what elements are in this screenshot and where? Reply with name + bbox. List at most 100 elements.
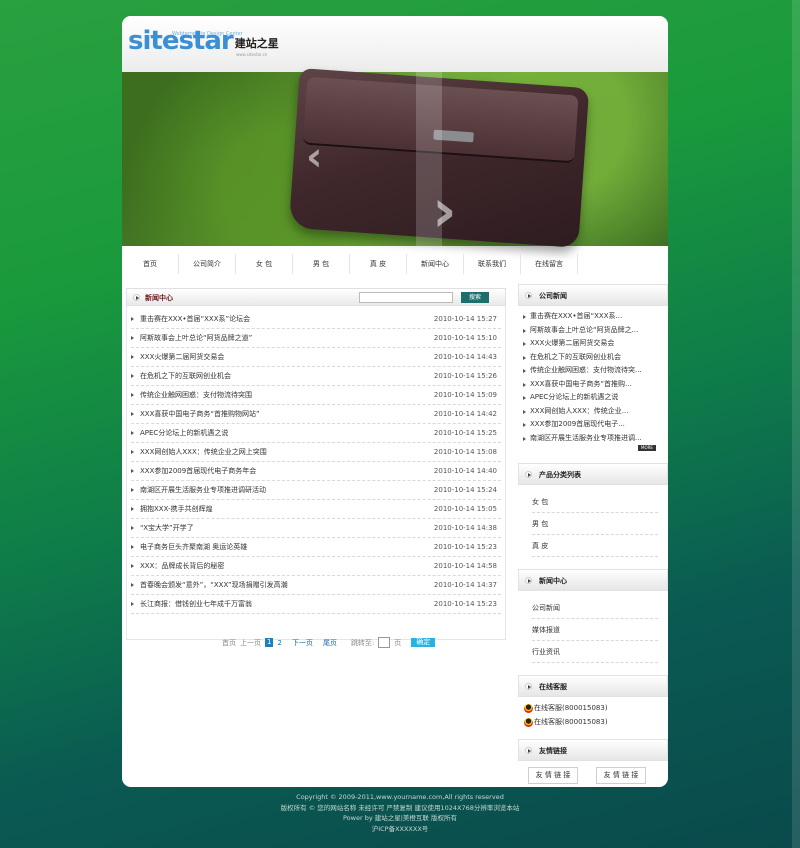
pager-prev[interactable]: 上一页 <box>240 638 261 648</box>
banner-prev-icon[interactable]: ‹ <box>306 134 322 180</box>
logo-text: sitestar <box>128 26 234 56</box>
main-nav: 首页 公司简介 女 包 男 包 真 皮 新闻中心 联系我们 在线留言 <box>122 254 668 274</box>
kefu-item[interactable]: 在线客服(800015083) <box>518 701 668 715</box>
company-news-item[interactable]: APEC分论坛上的新机遇之说 <box>522 391 668 405</box>
news-title[interactable]: 传统企业触网困惑：支付物流待突围 <box>140 386 252 405</box>
news-title[interactable]: 长江商报：借钱创业七年成千万富翁 <box>140 595 252 614</box>
news-title[interactable]: 拥抱XXX-携手共创辉煌 <box>140 500 213 519</box>
friend-links: 友 情 链 接 友 情 链 接 <box>518 761 668 784</box>
news-row[interactable]: XXX火爆第二届阿货交易会 2010-10-14 14:43 <box>131 348 501 367</box>
company-news-item[interactable]: 重击赛在XXX•首届“XXX系... <box>522 310 668 324</box>
friend-link[interactable]: 友 情 链 接 <box>528 767 578 784</box>
nav-item-news[interactable]: 新闻中心 <box>407 254 464 274</box>
kefu-label: 在线客服(800015083) <box>534 718 608 726</box>
news-date: 2010-10-14 15:10 <box>433 334 497 342</box>
news-title[interactable]: 在危机之下的互联网创业机会 <box>140 367 231 386</box>
news-row[interactable]: 长江商报：借钱创业七年成千万富翁 2010-10-14 15:23 <box>131 595 501 614</box>
nav-item-contact[interactable]: 联系我们 <box>464 254 521 274</box>
search-button[interactable]: 搜索 <box>461 292 489 303</box>
pager-jump-input[interactable] <box>378 637 391 648</box>
news-date: 2010-10-14 15:09 <box>433 391 497 399</box>
news-section-header: 新闻中心 搜索 <box>126 288 506 306</box>
friend-link[interactable]: 友 情 链 接 <box>596 767 646 784</box>
news-title[interactable]: 阿斯故事会上叶总论“阿货品牌之道” <box>140 329 252 348</box>
category-item[interactable]: 男 包 <box>532 513 658 535</box>
news-date: 2010-10-14 14:58 <box>433 562 497 570</box>
news-date: 2010-10-14 15:24 <box>433 486 497 494</box>
news-title[interactable]: “X宝大学”开学了 <box>140 519 194 538</box>
company-news-item[interactable]: XXX喜获中国电子商务“首推购... <box>522 378 668 392</box>
news-row[interactable]: 首春晚会颁发“意外”，“XXX”现场捐赠引发高潮 2010-10-14 14:37 <box>131 576 501 595</box>
company-news-item[interactable]: XXX火爆第二届阿货交易会 <box>522 337 668 351</box>
news-title[interactable]: XXX：品牌成长背后的秘密 <box>140 557 224 576</box>
nav-item-home[interactable]: 首页 <box>122 254 179 274</box>
news-row[interactable]: XXX：品牌成长背后的秘密 2010-10-14 14:58 <box>131 557 501 576</box>
news-title[interactable]: APEC分论坛上的新机遇之说 <box>140 424 228 443</box>
company-news-item[interactable]: 在危机之下的互联网创业机会 <box>522 351 668 365</box>
news-row[interactable]: XXX喜获中国电子商务“首推购物网站” 2010-10-14 14:42 <box>131 405 501 424</box>
pager-go-button[interactable]: 确定 <box>411 638 436 647</box>
arrow-icon <box>131 469 134 473</box>
news-center-header: 新闻中心 <box>518 569 668 591</box>
pager-last[interactable]: 尾页 <box>323 638 337 648</box>
news-list: 重击赛在XXX•首届“XXX系”论坛会 2010-10-14 15:27 阿斯故事会… <box>126 306 506 640</box>
bullet-icon <box>133 294 140 301</box>
news-row[interactable]: 电子商务巨头齐聚南湖 奥运论英雄 2010-10-14 15:23 <box>131 538 501 557</box>
company-news-item[interactable]: 阿斯故事会上叶总论“阿货品牌之... <box>522 324 668 338</box>
news-row[interactable]: XXX参加2009首届现代电子商务年会 2010-10-14 14:40 <box>131 462 501 481</box>
news-title[interactable]: XXX喜获中国电子商务“首推购物网站” <box>140 405 260 424</box>
news-title[interactable]: 电子商务巨头齐聚南湖 奥运论英雄 <box>140 538 247 557</box>
site-logo[interactable]: sitestar 建站之星 <box>128 28 279 54</box>
news-row[interactable]: 在危机之下的互联网创业机会 2010-10-14 15:26 <box>131 367 501 386</box>
nav-item-women-bags[interactable]: 女 包 <box>236 254 293 274</box>
arrow-icon <box>131 393 134 397</box>
pager-first[interactable]: 首页 <box>222 638 236 648</box>
kefu-item[interactable]: 在线客服(800015083) <box>518 715 668 729</box>
company-news-title: 公司新闻 <box>539 292 567 300</box>
sidebar: 公司新闻 重击赛在XXX•首届“XXX系... 阿斯故事会上叶总论“阿货品牌之..… <box>518 284 668 784</box>
news-title[interactable]: XXX火爆第二届阿货交易会 <box>140 348 224 367</box>
company-news-item[interactable]: 南湖区开展生活服务业专项推进调... <box>522 432 668 446</box>
news-title[interactable]: 首春晚会颁发“意外”，“XXX”现场捐赠引发高潮 <box>140 576 288 595</box>
news-row[interactable]: “X宝大学”开学了 2010-10-14 14:38 <box>131 519 501 538</box>
nav-item-leather[interactable]: 真 皮 <box>350 254 407 274</box>
news-date: 2010-10-14 15:08 <box>433 448 497 456</box>
pagination: 首页 上一页 1 2 下一页 尾页 跳转至: 页 确定 <box>222 637 436 648</box>
news-date: 2010-10-14 15:25 <box>433 429 497 437</box>
news-row[interactable]: 重击赛在XXX•首届“XXX系”论坛会 2010-10-14 15:27 <box>131 310 501 329</box>
company-news-item[interactable]: XXX参加2009首届现代电子... <box>522 418 668 432</box>
news-row[interactable]: 阿斯故事会上叶总论“阿货品牌之道” 2010-10-14 15:10 <box>131 329 501 348</box>
page-scrollbar[interactable] <box>792 0 800 848</box>
category-item[interactable]: 真 皮 <box>532 535 658 557</box>
arrow-icon <box>131 317 134 321</box>
more-button[interactable]: MORE <box>638 445 656 451</box>
news-row[interactable]: APEC分论坛上的新机遇之说 2010-10-14 15:25 <box>131 424 501 443</box>
news-section: 新闻中心 搜索 重击赛在XXX•首届“XXX系”论坛会 2010-10-14 15… <box>126 288 506 640</box>
news-title[interactable]: XXX网创始人XXX：传统企业之网上突围 <box>140 443 267 462</box>
news-row[interactable]: 拥抱XXX-携手共创辉煌 2010-10-14 15:05 <box>131 500 501 519</box>
news-row[interactable]: 传统企业触网困惑：支付物流待突围 2010-10-14 15:09 <box>131 386 501 405</box>
arrow-icon <box>131 488 134 492</box>
pager-next[interactable]: 下一页 <box>292 638 313 648</box>
search-input[interactable] <box>359 292 453 303</box>
banner-next-icon[interactable]: › <box>432 176 457 246</box>
kefu-title: 在线客服 <box>539 683 567 691</box>
news-center-item[interactable]: 公司新闻 <box>532 597 658 619</box>
news-title[interactable]: XXX参加2009首届现代电子商务年会 <box>140 462 256 481</box>
nav-item-message[interactable]: 在线留言 <box>521 254 578 274</box>
news-center-item[interactable]: 媒体报道 <box>532 619 658 641</box>
arrow-icon <box>131 526 134 530</box>
category-item[interactable]: 女 包 <box>532 491 658 513</box>
news-row[interactable]: 南湖区开展生活服务业专项推进调研活动 2010-10-14 15:24 <box>131 481 501 500</box>
pager-page-2[interactable]: 2 <box>277 639 281 647</box>
news-center-item[interactable]: 行业资讯 <box>532 641 658 663</box>
nav-item-about[interactable]: 公司简介 <box>179 254 236 274</box>
logo-url: www.sitestar.cn <box>236 52 268 57</box>
news-row[interactable]: XXX网创始人XXX：传统企业之网上突围 2010-10-14 15:08 <box>131 443 501 462</box>
footer-copyright: Copyright © 2009-2011,www.yourname.com,A… <box>296 793 504 801</box>
news-title[interactable]: 南湖区开展生活服务业专项推进调研活动 <box>140 481 266 500</box>
company-news-item[interactable]: XXX网创始人XXX：传统企业... <box>522 405 668 419</box>
nav-item-men-bags[interactable]: 男 包 <box>293 254 350 274</box>
news-title[interactable]: 重击赛在XXX•首届“XXX系”论坛会 <box>140 310 250 329</box>
company-news-item[interactable]: 传统企业触网困惑：支付物流待突... <box>522 364 668 378</box>
